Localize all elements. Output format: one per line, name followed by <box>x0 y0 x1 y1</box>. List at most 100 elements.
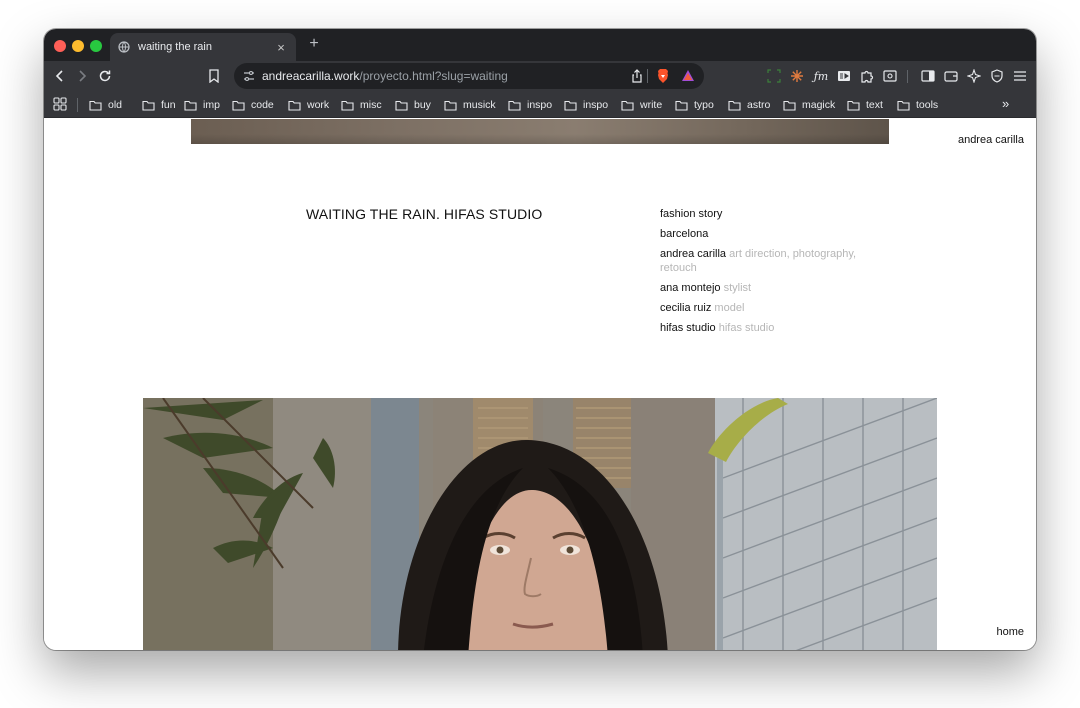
credit-item: andrea carilla art direction, photograph… <box>660 247 865 275</box>
bookmark-folder[interactable]: misc <box>341 96 382 114</box>
bookmark-folder[interactable]: write <box>621 96 662 114</box>
font-extension-icon[interactable]: ƒт <box>813 68 829 84</box>
bookmark-folder[interactable]: inspo <box>508 96 552 114</box>
sparkle-extension-icon[interactable] <box>789 68 805 84</box>
new-tab-button[interactable]: + <box>306 35 322 53</box>
minimize-window-button[interactable] <box>72 40 84 52</box>
sidebar-icon[interactable] <box>920 68 936 84</box>
url-text: andreacarilla.work/proyecto.html?slug=wa… <box>262 69 508 83</box>
url-path: /proyecto.html?slug=waiting <box>359 69 508 83</box>
credit-role: model <box>714 302 745 314</box>
divider <box>907 70 908 83</box>
folder-icon <box>444 100 457 111</box>
divider <box>77 98 78 112</box>
credits-list: fashion story barcelona andrea carilla art… <box>660 207 865 341</box>
reload-icon[interactable] <box>97 68 113 84</box>
bookmark-label: inspo <box>583 99 609 111</box>
bookmark-folder[interactable]: fun <box>142 96 176 114</box>
previous-project-photo[interactable] <box>191 119 889 144</box>
bookmark-folder[interactable]: astro <box>728 96 770 114</box>
folder-icon <box>897 100 910 111</box>
bookmark-folder[interactable]: code <box>232 96 274 114</box>
bookmark-folder[interactable]: buy <box>395 96 431 114</box>
folder-icon <box>783 100 796 111</box>
bookmark-folder[interactable]: typo <box>675 96 714 114</box>
tab-title: waiting the rain <box>138 41 212 53</box>
folder-icon <box>89 100 102 111</box>
bookmark-label: old <box>108 99 123 111</box>
credit-name: cecilia ruiz <box>660 302 712 314</box>
bookmark-folder[interactable]: magick <box>783 96 835 114</box>
screenshot-icon[interactable] <box>766 68 782 84</box>
apps-grid-icon[interactable] <box>53 97 67 111</box>
bookmark-label: typo <box>694 99 714 111</box>
credit-role: stylist <box>723 282 752 294</box>
credit-name: ana montejo <box>660 282 721 294</box>
bookmark-folder[interactable]: old <box>89 96 122 114</box>
address-bar[interactable]: andreacarilla.work/proyecto.html?slug=wa… <box>234 63 704 89</box>
divider <box>647 69 648 83</box>
vpn-shield-icon[interactable] <box>989 68 1005 84</box>
active-tab[interactable]: waiting the rain × <box>110 33 296 61</box>
credit-name: andrea carilla <box>660 248 727 260</box>
site-settings-icon[interactable] <box>242 69 256 83</box>
credit-name: barcelona <box>660 228 709 240</box>
bookmark-label: work <box>307 99 330 111</box>
credit-item: cecilia ruiz model <box>660 301 865 315</box>
folder-icon <box>288 100 301 111</box>
reader-extension-icon[interactable] <box>836 68 852 84</box>
wallet-icon[interactable] <box>943 68 959 84</box>
bookmark-label: fun <box>161 99 176 111</box>
share-icon[interactable] <box>630 69 644 83</box>
folder-icon <box>564 100 577 111</box>
bookmark-label: code <box>251 99 274 111</box>
close-window-button[interactable] <box>54 40 66 52</box>
bookmark-label: write <box>640 99 663 111</box>
site-name-link[interactable]: andrea carilla <box>958 134 1024 146</box>
leo-ai-icon[interactable] <box>966 68 982 84</box>
folder-icon <box>675 100 688 111</box>
bookmark-label: astro <box>747 99 771 111</box>
bookmarks-bar: old fun imp code work misc buy musick inspo inspo… <box>44 91 1036 118</box>
bookmark-folder[interactable]: text <box>847 96 883 114</box>
zoom-window-button[interactable] <box>90 40 102 52</box>
bookmark-folder[interactable]: inspo <box>564 96 608 114</box>
bookmark-folder[interactable]: work <box>288 96 329 114</box>
credit-item: ana montejo stylist <box>660 281 865 295</box>
bookmark-folder[interactable]: imp <box>184 96 220 114</box>
project-title: WAITING THE RAIN. HIFAS STUDIO <box>306 206 543 222</box>
globe-icon <box>118 41 130 53</box>
url-host: andreacarilla.work <box>262 69 360 83</box>
bookmark-label: musick <box>463 99 496 111</box>
folder-icon <box>184 100 197 111</box>
brave-shields-icon[interactable] <box>655 68 671 84</box>
tab-search-icon[interactable] <box>882 68 898 84</box>
folder-icon <box>142 100 155 111</box>
credit-item: hifas studio hifas studio <box>660 321 865 335</box>
credit-item: fashion story <box>660 207 865 221</box>
extensions-puzzle-icon[interactable] <box>859 68 875 84</box>
folder-icon <box>341 100 354 111</box>
browser-window: waiting the rain × + andreacarilla.work/… <box>44 29 1036 650</box>
credit-name: fashion story <box>660 208 723 220</box>
folder-icon <box>508 100 521 111</box>
credit-name: hifas studio <box>660 322 716 334</box>
menu-icon[interactable] <box>1012 68 1028 84</box>
close-tab-icon[interactable]: × <box>274 40 288 55</box>
back-icon[interactable] <box>52 68 68 84</box>
home-link[interactable]: home <box>996 626 1024 638</box>
forward-icon[interactable] <box>74 68 90 84</box>
brave-rewards-icon[interactable] <box>680 68 696 84</box>
folder-icon <box>232 100 245 111</box>
folder-icon <box>847 100 860 111</box>
bookmark-label: imp <box>203 99 220 111</box>
credit-item: barcelona <box>660 227 865 241</box>
bookmarks-overflow-button[interactable]: » <box>1002 96 1009 111</box>
bookmark-icon[interactable] <box>206 68 222 84</box>
bookmark-label: inspo <box>527 99 553 111</box>
folder-icon <box>395 100 408 111</box>
bookmark-folder[interactable]: tools <box>897 96 938 114</box>
bookmark-folder[interactable]: musick <box>444 96 496 114</box>
bookmark-label: magick <box>802 99 836 111</box>
credit-role: hifas studio <box>718 322 775 334</box>
